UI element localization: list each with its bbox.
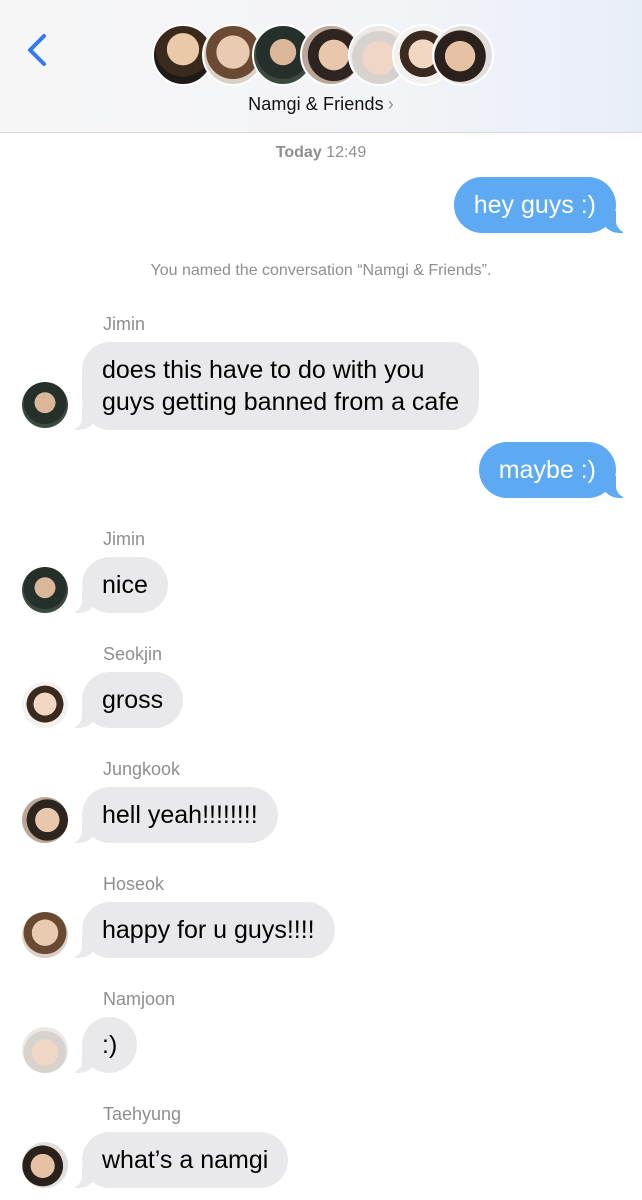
group-name-button[interactable]: Namgi & Friends › [0, 94, 642, 115]
chevron-left-icon [28, 34, 46, 66]
sender-name: Hoseok [103, 874, 165, 894]
conversation-header: Namgi & Friends › [0, 0, 642, 133]
sender-name: Jimin [103, 314, 146, 334]
chevron-right-icon: › [387, 94, 394, 114]
avatar[interactable] [22, 682, 68, 728]
incoming-message[interactable]: gross [67, 672, 184, 728]
back-button[interactable] [22, 30, 54, 70]
avatar[interactable] [22, 1027, 68, 1073]
sender-name: Namjoon [103, 989, 176, 1009]
incoming-message[interactable]: happy for u guys!!!! [68, 902, 335, 958]
message-text: hey guys :) [473, 191, 596, 219]
group-avatars[interactable] [152, 24, 494, 88]
message-text: nice [102, 571, 148, 599]
message-text: :) [102, 1031, 118, 1059]
group-name: Namgi & Friends [248, 94, 384, 114]
message-text: what’s a namgi [102, 1146, 269, 1174]
message-text: hell yeah!!!!!!!! [102, 801, 258, 829]
avatar[interactable] [22, 567, 68, 613]
sender-name: Taehyung [103, 1104, 182, 1124]
avatar[interactable] [22, 382, 68, 428]
timestamp-time: 12:49 [326, 144, 367, 161]
sender-name: Jimin [103, 529, 146, 549]
message-text: maybe :) [498, 456, 596, 484]
avatar[interactable] [22, 912, 68, 958]
timestamp: Today 12:49 [0, 144, 642, 162]
avatar [432, 24, 494, 86]
avatar[interactable] [22, 1142, 68, 1188]
incoming-message[interactable]: does this have to do with you guys getti… [67, 342, 480, 430]
message-text-line1: does this have to do with you [102, 356, 425, 384]
avatar[interactable] [22, 797, 68, 843]
outgoing-message[interactable]: maybe :) [478, 442, 631, 498]
incoming-message[interactable]: hell yeah!!!!!!!! [68, 787, 278, 843]
outgoing-message[interactable]: hey guys :) [453, 177, 631, 233]
sender-name: Seokjin [103, 644, 163, 664]
incoming-message[interactable]: nice [68, 557, 168, 613]
sender-name: Jungkook [103, 759, 181, 779]
message-text: happy for u guys!!!! [102, 916, 315, 944]
timestamp-day: Today [275, 144, 322, 161]
system-message: You named the conversation “Namgi & Frie… [150, 262, 492, 279]
incoming-message[interactable]: :) [67, 1017, 138, 1073]
message-text-line2: guys getting banned from a cafe [102, 388, 460, 416]
incoming-message[interactable]: what’s a namgi [67, 1132, 289, 1188]
message-text: gross [102, 686, 164, 714]
